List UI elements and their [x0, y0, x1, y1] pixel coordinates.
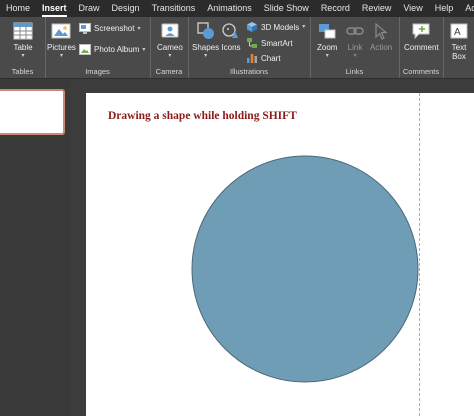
link-icon — [346, 27, 364, 35]
action-label: Action — [370, 43, 393, 52]
text-box-icon: A — [450, 23, 468, 39]
cameo-icon — [161, 23, 179, 38]
tab-draw[interactable]: Draw — [73, 0, 106, 17]
table-button[interactable]: Table ▾ — [13, 21, 33, 59]
chevron-down-icon: ▾ — [204, 53, 208, 59]
pictures-label: Pictures — [47, 43, 76, 52]
comment-button[interactable]: Comment — [404, 21, 439, 52]
group-label-comments: Comments — [402, 67, 440, 76]
icons-label: Icons — [221, 43, 241, 52]
screenshot-button[interactable]: Screenshot ▾ — [79, 23, 140, 34]
icons-button[interactable]: Icons — [221, 21, 241, 52]
smartart-button[interactable]: SmartArt — [246, 37, 293, 49]
group-tables: Table ▾ Tables — [0, 17, 46, 78]
chart-icon — [247, 54, 257, 63]
slide-title[interactable]: Drawing a shape while holding SHIFT — [108, 110, 297, 122]
smartart-icon — [247, 38, 257, 48]
text-box-button[interactable]: A Text Box — [449, 21, 469, 61]
tab-help[interactable]: Help — [429, 0, 460, 17]
zoom-button[interactable]: Zoom ▾ — [317, 21, 337, 59]
ribbon-tab-bar: Home Insert Draw Design Transitions Anim… — [0, 0, 474, 17]
cube-icon — [247, 22, 257, 32]
cameo-label: Cameo — [157, 43, 183, 52]
group-links: Zoom ▾ Link ▾ Action Links — [310, 17, 400, 78]
tab-review[interactable]: Review — [356, 0, 398, 17]
circle-shape[interactable] — [191, 155, 421, 385]
shapes-icon — [196, 22, 214, 39]
tab-acrobat[interactable]: Acrobat — [459, 0, 474, 17]
group-comments: Comment Comments — [399, 17, 444, 78]
group-label-tables: Tables — [11, 67, 34, 76]
3d-models-label: 3D Models — [261, 22, 300, 32]
photo-album-icon — [79, 44, 91, 55]
action-button[interactable]: Action — [370, 21, 392, 52]
chevron-down-icon: ▾ — [353, 53, 357, 59]
tab-slide-show[interactable]: Slide Show — [258, 0, 315, 17]
photo-album-button[interactable]: Photo Album ▾ — [79, 44, 145, 55]
chevron-down-icon: ▾ — [325, 53, 329, 59]
slide-thumbnail-pane — [0, 79, 70, 416]
chevron-down-icon: ▾ — [142, 46, 146, 53]
tab-view[interactable]: View — [397, 0, 428, 17]
zoom-label: Zoom — [317, 43, 338, 52]
3d-models-button[interactable]: 3D Models ▾ — [246, 21, 305, 33]
chevron-down-icon: ▾ — [137, 25, 141, 32]
group-label-illustrations: Illustrations — [230, 67, 268, 76]
ribbon-insert: Table ▾ Tables Pictures ▾ Screenshot ▾ P… — [0, 17, 474, 79]
icons-icon — [222, 23, 238, 38]
comment-label: Comment — [404, 43, 439, 52]
chevron-down-icon: ▾ — [21, 53, 25, 59]
chart-label: Chart — [261, 53, 281, 63]
tab-record[interactable]: Record — [315, 0, 356, 17]
pictures-button[interactable]: Pictures ▾ — [47, 21, 76, 59]
smartart-label: SmartArt — [261, 38, 293, 48]
link-button[interactable]: Link ▾ — [345, 21, 365, 59]
group-illustrations: Shapes ▾ Icons 3D Models ▾ SmartArt Char… — [188, 17, 311, 78]
table-icon — [13, 22, 33, 40]
table-label: Table — [13, 43, 33, 52]
tab-design[interactable]: Design — [106, 0, 146, 17]
circle-shape-body[interactable] — [191, 155, 419, 383]
text-box-label-line2: Box — [452, 52, 466, 61]
chevron-down-icon: ▾ — [59, 53, 63, 59]
group-label-images: Images — [85, 67, 110, 76]
slide-canvas[interactable]: Drawing a shape while holding SHIFT — [86, 93, 474, 416]
shapes-button[interactable]: Shapes ▾ — [192, 21, 219, 59]
group-camera: Cameo ▾ Camera — [150, 17, 189, 78]
action-icon — [375, 22, 388, 40]
group-label-links: Links — [345, 67, 364, 76]
chart-button[interactable]: Chart — [246, 52, 281, 64]
zoom-icon — [319, 24, 336, 39]
group-images: Pictures ▾ Screenshot ▾ Photo Album ▾ Im… — [45, 17, 151, 78]
text-box-label-line1: Text — [451, 43, 467, 52]
chevron-down-icon: ▾ — [302, 24, 306, 30]
tab-home[interactable]: Home — [0, 0, 36, 17]
group-label-camera: Camera — [155, 67, 183, 76]
shapes-label: Shapes — [192, 43, 220, 52]
photo-album-label: Photo Album — [94, 45, 140, 54]
slide-thumbnail[interactable] — [0, 89, 65, 135]
screenshot-label: Screenshot — [94, 24, 135, 33]
svg-text:A: A — [454, 27, 461, 38]
comment-icon — [412, 23, 430, 40]
screenshot-icon — [79, 23, 91, 34]
cameo-button[interactable]: Cameo ▾ — [157, 21, 183, 59]
tab-insert[interactable]: Insert — [36, 0, 73, 17]
tab-animations[interactable]: Animations — [201, 0, 258, 17]
link-label: Link — [347, 43, 363, 52]
tab-transitions[interactable]: Transitions — [146, 0, 202, 17]
chevron-down-icon: ▾ — [168, 53, 172, 59]
picture-icon — [51, 23, 71, 39]
group-text: A Text Box — [443, 17, 474, 78]
